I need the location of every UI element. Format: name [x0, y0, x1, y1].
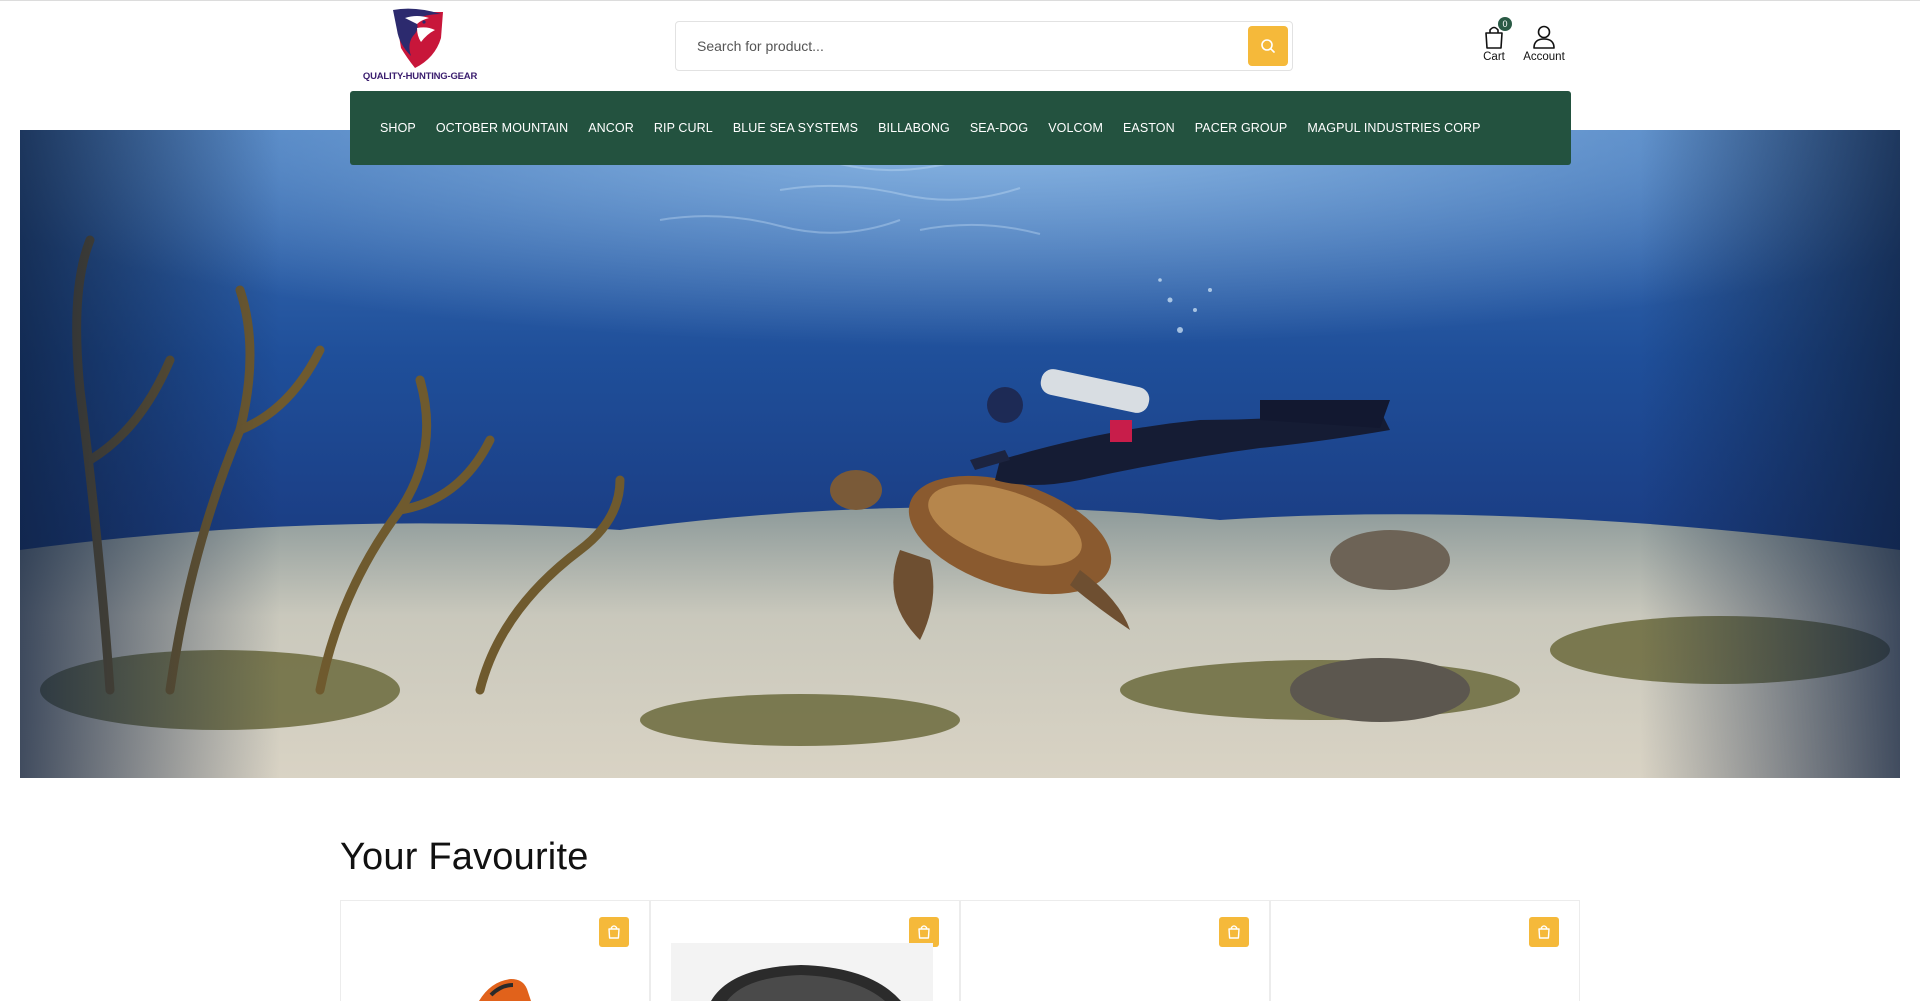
eagle-shield-icon: [393, 8, 443, 68]
main-navigation: SHOP OCTOBER MOUNTAIN ANCOR RIP CURL BLU…: [350, 91, 1571, 165]
shopping-bag-icon: [1228, 925, 1240, 939]
top-border: [0, 0, 1920, 1]
shopping-bag-icon: [1538, 925, 1550, 939]
nav-item-billabong[interactable]: BILLABONG: [878, 121, 950, 135]
nav-item-blue-sea-systems[interactable]: BLUE SEA SYSTEMS: [733, 121, 858, 135]
cart-button[interactable]: 0 Cart: [1478, 17, 1512, 68]
nav-item-shop[interactable]: SHOP: [380, 121, 416, 135]
product-thumbnail: [479, 979, 531, 1001]
nav-item-magpul-industries-corp[interactable]: MAGPUL INDUSTRIES CORP: [1307, 121, 1480, 135]
search-button[interactable]: [1248, 26, 1288, 66]
account-label: Account: [1523, 51, 1565, 63]
nav-item-ancor[interactable]: ANCOR: [588, 121, 634, 135]
nav-item-october-mountain[interactable]: OCTOBER MOUNTAIN: [436, 121, 568, 135]
hero-banner: [20, 130, 1900, 778]
shopping-bag-icon: [918, 925, 930, 939]
shopping-bag-icon: [608, 925, 620, 939]
product-card[interactable]: [1270, 901, 1580, 1001]
account-button[interactable]: Account: [1517, 20, 1571, 68]
search-icon: [1261, 39, 1275, 53]
cart-count-badge: 0: [1498, 17, 1512, 31]
hero-image: [20, 130, 1900, 778]
cart-label: Cart: [1483, 51, 1505, 63]
search-bar: [675, 21, 1293, 71]
section-title-favourites: Your Favourite: [340, 836, 589, 878]
nav-item-sea-dog[interactable]: SEA-DOG: [970, 121, 1028, 135]
nav-item-volcom[interactable]: VOLCOM: [1048, 121, 1103, 135]
nav-item-rip-curl[interactable]: RIP CURL: [654, 121, 713, 135]
search-input[interactable]: [676, 22, 1236, 70]
site-logo[interactable]: QUALITY-HUNTING-GEAR: [355, 8, 485, 82]
product-card[interactable]: [960, 901, 1270, 1001]
product-card[interactable]: [650, 901, 960, 1001]
product-thumbnail: [671, 943, 933, 1001]
product-grid: [340, 900, 1580, 1001]
product-image[interactable]: [1291, 941, 1561, 1001]
user-icon: [1533, 25, 1555, 49]
product-image[interactable]: [361, 941, 631, 1001]
logo-text: QUALITY-HUNTING-GEAR: [362, 71, 478, 82]
product-card[interactable]: [340, 901, 650, 1001]
product-image[interactable]: [981, 941, 1251, 1001]
nav-item-easton[interactable]: EASTON: [1123, 121, 1175, 135]
nav-item-pacer-group[interactable]: PACER GROUP: [1195, 121, 1288, 135]
product-image[interactable]: [671, 941, 941, 1001]
